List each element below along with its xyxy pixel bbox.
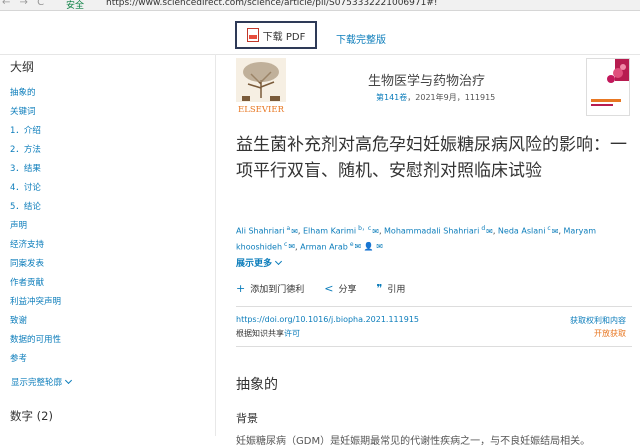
author-affiliation: e — [349, 240, 354, 248]
author-affiliation: d — [481, 225, 486, 232]
elsevier-logo[interactable]: ELSEVIER — [236, 58, 286, 116]
email-icon[interactable]: ✉ 👤 ✉ — [355, 242, 383, 251]
author-affiliation: c — [284, 240, 288, 248]
email-icon[interactable]: ✉ — [291, 227, 298, 236]
outline-item[interactable]: 参考 — [10, 352, 27, 364]
license-prefix: 根据知识共享 — [236, 329, 284, 338]
article-actions: + 添加到门德利 < 分享 ❞ 引用 — [236, 282, 405, 295]
share-label: 分享 — [338, 285, 357, 295]
show-more-label: 展示更多 — [236, 259, 273, 269]
get-rights-link[interactable]: 获取权利和内容 — [570, 315, 626, 326]
article-toolbar: 下载 PDF 下载完整版 — [0, 11, 640, 55]
cite-button[interactable]: ❞ 引用 — [376, 282, 405, 295]
outline-item[interactable]: 经济支持 — [10, 238, 44, 250]
add-to-mendeley-button[interactable]: + 添加到门德利 — [236, 282, 304, 295]
plus-icon: + — [236, 282, 246, 295]
publisher-name: ELSEVIER — [238, 105, 285, 115]
license-link[interactable]: 许可 — [284, 329, 300, 338]
volume-details: ，2021年9月，111915 — [407, 93, 496, 102]
outline-item[interactable]: 4．讨论 — [10, 181, 41, 193]
email-icon[interactable]: ✉ — [372, 227, 379, 236]
share-button[interactable]: < 分享 — [324, 282, 356, 295]
divider — [236, 306, 632, 307]
outline-item[interactable]: 作者贡献 — [10, 276, 44, 288]
author-link[interactable]: Mohammadali Shahriari — [384, 227, 479, 236]
journal-name[interactable]: 生物医学与药物治疗 — [368, 70, 485, 89]
outline-item[interactable]: 抽象的 — [10, 86, 36, 98]
author-list: Ali Shahriari a✉, Elham Karimi b，c✉, Moham… — [236, 225, 597, 252]
show-full-outline-label: 显示完整轮廓 — [11, 378, 63, 388]
author-link[interactable]: Ali Shahriari — [236, 227, 285, 236]
author-link[interactable]: Neda Aslani — [498, 227, 546, 236]
journal-cover-image — [591, 59, 629, 106]
author-link[interactable]: Elham Karimi — [303, 227, 356, 236]
quote-icon: ❞ — [376, 282, 383, 295]
outline-item[interactable]: 关键词 — [10, 105, 36, 117]
cite-label: 引用 — [387, 285, 406, 295]
journal-volume: 第141卷，2021年9月，111915 — [376, 92, 495, 103]
author-affiliation: b，c — [358, 225, 372, 232]
outline-item[interactable]: 数据的可用性 — [10, 333, 61, 345]
license-text: 根据知识共享许可 — [236, 328, 300, 339]
author-affiliation: a — [286, 225, 291, 232]
outline-item[interactable]: 5．结论 — [10, 200, 41, 212]
volume-link[interactable]: 第141卷 — [376, 93, 407, 102]
outline-item[interactable]: 利益冲突声明 — [10, 295, 61, 307]
open-access-badge: 开放获取 — [594, 329, 626, 338]
pdf-icon — [246, 28, 259, 42]
download-pdf-button[interactable]: 下载 PDF — [235, 21, 317, 49]
doi-link[interactable]: https://doi.org/10.1016/j.biopha.2021.11… — [236, 315, 419, 324]
chevron-down-icon — [64, 376, 73, 385]
share-icon: < — [324, 282, 334, 295]
download-full-issue-link[interactable]: 下载完整版 — [336, 31, 386, 46]
divider — [236, 346, 632, 347]
url-field[interactable]: https://www.sciencedirect.com/science/ar… — [106, 0, 437, 8]
author-link[interactable]: Arman Arab — [300, 242, 348, 251]
outline-sidebar: 大纲 抽象的 关键词 1．介绍 2．方法 3．结果 4．讨论 5．结论 声明 经… — [0, 54, 216, 436]
show-full-outline-button[interactable]: 显示完整轮廓 — [11, 376, 73, 388]
outline-item[interactable]: 3．结果 — [10, 162, 41, 174]
author-affiliation: c — [547, 225, 551, 232]
figures-link[interactable]: 数字 (2) — [10, 408, 53, 424]
outline-item[interactable]: 1．介绍 — [10, 124, 41, 136]
outline-item[interactable]: 2．方法 — [10, 143, 41, 155]
address-bar[interactable]: ← → C 安全 https://www.sciencedirect.com/s… — [0, 0, 640, 11]
outline-item[interactable]: 致谢 — [10, 314, 27, 326]
journal-cover-thumbnail[interactable] — [586, 58, 630, 116]
browser-nav-icons[interactable]: ← → C — [2, 0, 47, 8]
email-icon[interactable]: ✉ — [486, 227, 493, 236]
outline-item[interactable]: 同案发表 — [10, 257, 44, 269]
outline-item[interactable]: 声明 — [10, 219, 27, 231]
chevron-down-icon — [274, 257, 283, 265]
outline-title: 大纲 — [10, 60, 35, 74]
article-title: 益生菌补充剂对高危孕妇妊娠糖尿病风险的影响：一项平行双盲、随机、安慰剂对照临床试… — [236, 135, 627, 181]
secure-indicator: 安全 — [66, 1, 85, 11]
add-to-mendeley-label: 添加到门德利 — [250, 285, 305, 295]
abstract-heading: 抽象的 — [236, 377, 278, 393]
background-heading: 背景 — [236, 412, 258, 425]
background-text: 妊娠糖尿病（GDM）是妊娠期最常见的代谢性疾病之一，与不良妊娠结局相关。 — [236, 436, 591, 447]
download-pdf-label: 下载 PDF — [262, 31, 306, 43]
show-more-button[interactable]: 展示更多 — [236, 256, 283, 269]
